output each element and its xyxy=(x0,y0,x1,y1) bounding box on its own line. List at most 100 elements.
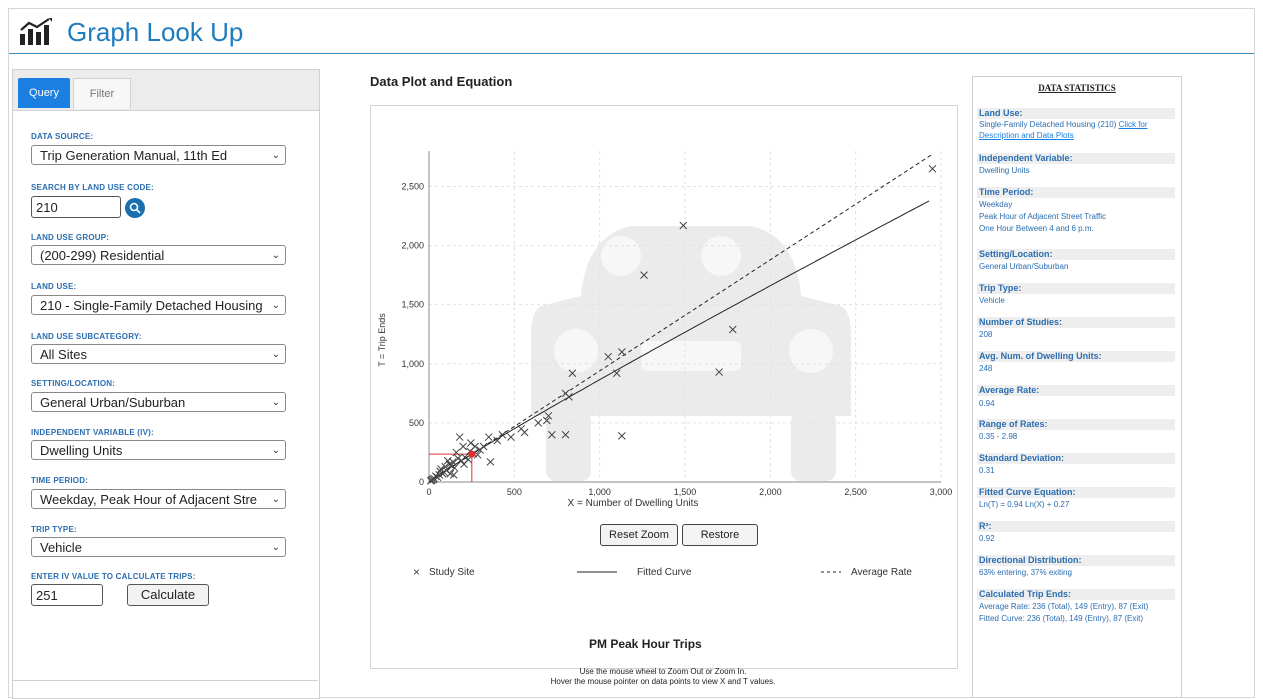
study-site-point[interactable] xyxy=(928,164,937,173)
study-site-point[interactable] xyxy=(484,433,493,441)
search-icon xyxy=(129,202,141,214)
stat-iv-value: Dwelling Units xyxy=(979,166,1030,175)
setting-value: General Urban/Suburban xyxy=(40,395,186,410)
study-site-point[interactable] xyxy=(457,456,466,465)
stat-iv-heading: Independent Variable: xyxy=(977,153,1175,164)
data-statistics-panel: DATA STATISTICS Land Use: Single-Family … xyxy=(972,76,1182,698)
setting-select[interactable]: General Urban/Suburban ⌄ xyxy=(31,392,286,412)
study-site-point[interactable] xyxy=(459,442,467,451)
stat-r2-heading: R²: xyxy=(977,521,1175,532)
data-source-label: DATA SOURCE: xyxy=(31,132,94,141)
study-site-point[interactable] xyxy=(517,424,526,433)
subcategory-label: LAND USE SUBCATEGORY: xyxy=(31,332,142,341)
y-tick-label: 500 xyxy=(409,418,424,428)
chevron-down-icon: ⌄ xyxy=(271,542,280,553)
stat-stddev-value: 0.31 xyxy=(979,466,995,475)
x-tick-label: 3,000 xyxy=(930,487,953,497)
time-period-label: TIME PERIOD: xyxy=(31,476,89,485)
stat-studies-value: 208 xyxy=(979,330,993,339)
app-frame: Graph Look Up Query Filter DATA SOURCE: … xyxy=(8,8,1255,699)
stat-avg-rate-heading: Average Rate: xyxy=(977,385,1175,396)
land-use-group-select[interactable]: (200-299) Residential ⌄ xyxy=(31,245,286,265)
study-site-point[interactable] xyxy=(460,460,468,469)
subcategory-value: All Sites xyxy=(40,347,87,362)
chevron-down-icon: ⌄ xyxy=(269,490,280,508)
x-tick-label: 0 xyxy=(426,487,431,497)
study-site-point[interactable] xyxy=(452,448,461,457)
trip-type-value: Vehicle xyxy=(40,540,82,555)
study-site-point[interactable] xyxy=(486,458,495,466)
stat-trip-heading: Trip Type: xyxy=(977,283,1175,294)
stat-fitted-value: Ln(T) = 0.94 Ln(X) + 0.27 xyxy=(979,500,1070,509)
stat-avg-rate-value: 0.94 xyxy=(979,399,995,408)
stat-calculated-average: Average Rate: 236 (Total), 149 (Entry), … xyxy=(979,602,1149,611)
legend-average-rate: Average Rate xyxy=(851,567,912,578)
chevron-down-icon: ⌄ xyxy=(271,445,280,456)
land-use-group-value: (200-299) Residential xyxy=(40,248,165,263)
x-tick-label: 2,500 xyxy=(844,487,867,497)
stat-time-value-3: One Hour Between 4 and 6 p.m. xyxy=(979,224,1094,233)
y-axis-label: T = Trip Ends xyxy=(377,313,387,367)
stat-r2-value: 0.92 xyxy=(979,534,995,543)
bar-chart-trend-icon xyxy=(20,18,52,45)
stat-land-use-text: Single-Family Detached Housing (210) xyxy=(979,120,1117,129)
stat-directional-value: 63% entering, 37% exiting xyxy=(979,568,1072,577)
query-panel: Query Filter DATA SOURCE: Trip Generatio… xyxy=(12,69,320,699)
x-axis-label: X = Number of Dwelling Units xyxy=(568,498,699,509)
iv-value-input[interactable]: 251 xyxy=(31,584,103,606)
study-site-point[interactable] xyxy=(534,419,543,427)
highlight-point[interactable] xyxy=(468,450,476,458)
scatter-chart[interactable]: 0 500 1,000 1,500 2,000 2,500 3,000 0 500 1,000 1,… xyxy=(371,106,957,668)
land-use-code-input[interactable]: 210 xyxy=(31,196,121,218)
time-period-value: Weekday, Peak Hour of Adjacent Stre xyxy=(40,492,258,507)
trip-type-label: TRIP TYPE: xyxy=(31,525,77,534)
stat-stddev-heading: Standard Deviation: xyxy=(977,453,1175,464)
restore-button[interactable]: Restore xyxy=(682,524,758,546)
search-button[interactable] xyxy=(125,198,145,218)
calculate-button[interactable]: Calculate xyxy=(127,584,209,606)
legend-fitted-curve: Fitted Curve xyxy=(637,567,692,578)
plot-title: PM Peak Hour Trips xyxy=(589,637,702,651)
study-site-point[interactable] xyxy=(466,439,475,447)
iv-select[interactable]: Dwelling Units ⌄ xyxy=(31,440,286,460)
iv-value: Dwelling Units xyxy=(40,443,123,458)
land-use-select[interactable]: 210 - Single-Family Detached Housing ⌄ xyxy=(31,295,286,315)
plot-section-title: Data Plot and Equation xyxy=(370,74,513,89)
y-tick-label: 0 xyxy=(419,477,424,487)
plot-hint-line1: Use the mouse wheel to Zoom Out or Zoom … xyxy=(579,667,747,676)
x-tick-label: 1,500 xyxy=(674,487,697,497)
chevron-down-icon: ⌄ xyxy=(269,296,280,314)
study-site-point[interactable] xyxy=(471,442,479,451)
x-tick-label: 2,000 xyxy=(759,487,782,497)
stat-avg-units-heading: Avg. Num. of Dwelling Units: xyxy=(977,351,1175,362)
subcategory-select[interactable]: All Sites ⌄ xyxy=(31,344,286,364)
plot-hint: Use the mouse wheel to Zoom Out or Zoom … xyxy=(370,667,956,687)
stat-time-value-1: Weekday xyxy=(979,200,1013,209)
legend-study-site: Study Site xyxy=(429,567,475,578)
app-title: Graph Look Up xyxy=(67,17,244,47)
stat-time-value-2: Peak Hour of Adjacent Street Traffic xyxy=(979,212,1107,221)
trip-type-select[interactable]: Vehicle ⌄ xyxy=(31,537,286,557)
study-site-point[interactable] xyxy=(617,432,626,440)
stat-land-use-heading: Land Use: xyxy=(977,108,1175,119)
stats-title: DATA STATISTICS xyxy=(1038,83,1116,93)
reset-zoom-button[interactable]: Reset Zoom xyxy=(600,524,678,546)
stat-calculated-fitted: Fitted Curve: 236 (Total), 149 (Entry), … xyxy=(979,614,1144,623)
data-source-select[interactable]: Trip Generation Manual, 11th Ed ⌄ xyxy=(31,145,286,165)
tab-filter[interactable]: Filter xyxy=(73,78,131,109)
tab-bar: Query Filter xyxy=(13,70,319,111)
chevron-down-icon: ⌄ xyxy=(271,397,280,408)
plot-container[interactable]: 0 500 1,000 1,500 2,000 2,500 3,000 0 500 1,000 1,… xyxy=(370,105,958,669)
study-site-point[interactable] xyxy=(426,476,435,485)
y-tick-label: 2,500 xyxy=(401,181,424,191)
stat-directional-heading: Directional Distribution: xyxy=(977,555,1175,566)
chevron-down-icon: ⌄ xyxy=(271,349,280,360)
study-site-point[interactable] xyxy=(455,433,464,441)
stat-setting-heading: Setting/Location: xyxy=(977,249,1175,260)
stat-fitted-heading: Fitted Curve Equation: xyxy=(977,487,1175,498)
time-period-select[interactable]: Weekday, Peak Hour of Adjacent Stre ⌄ xyxy=(31,489,286,509)
stat-setting-value: General Urban/Suburban xyxy=(979,262,1069,271)
study-site-point[interactable] xyxy=(507,433,515,441)
legend-x-marker: × xyxy=(413,565,420,579)
tab-query[interactable]: Query xyxy=(18,78,70,108)
